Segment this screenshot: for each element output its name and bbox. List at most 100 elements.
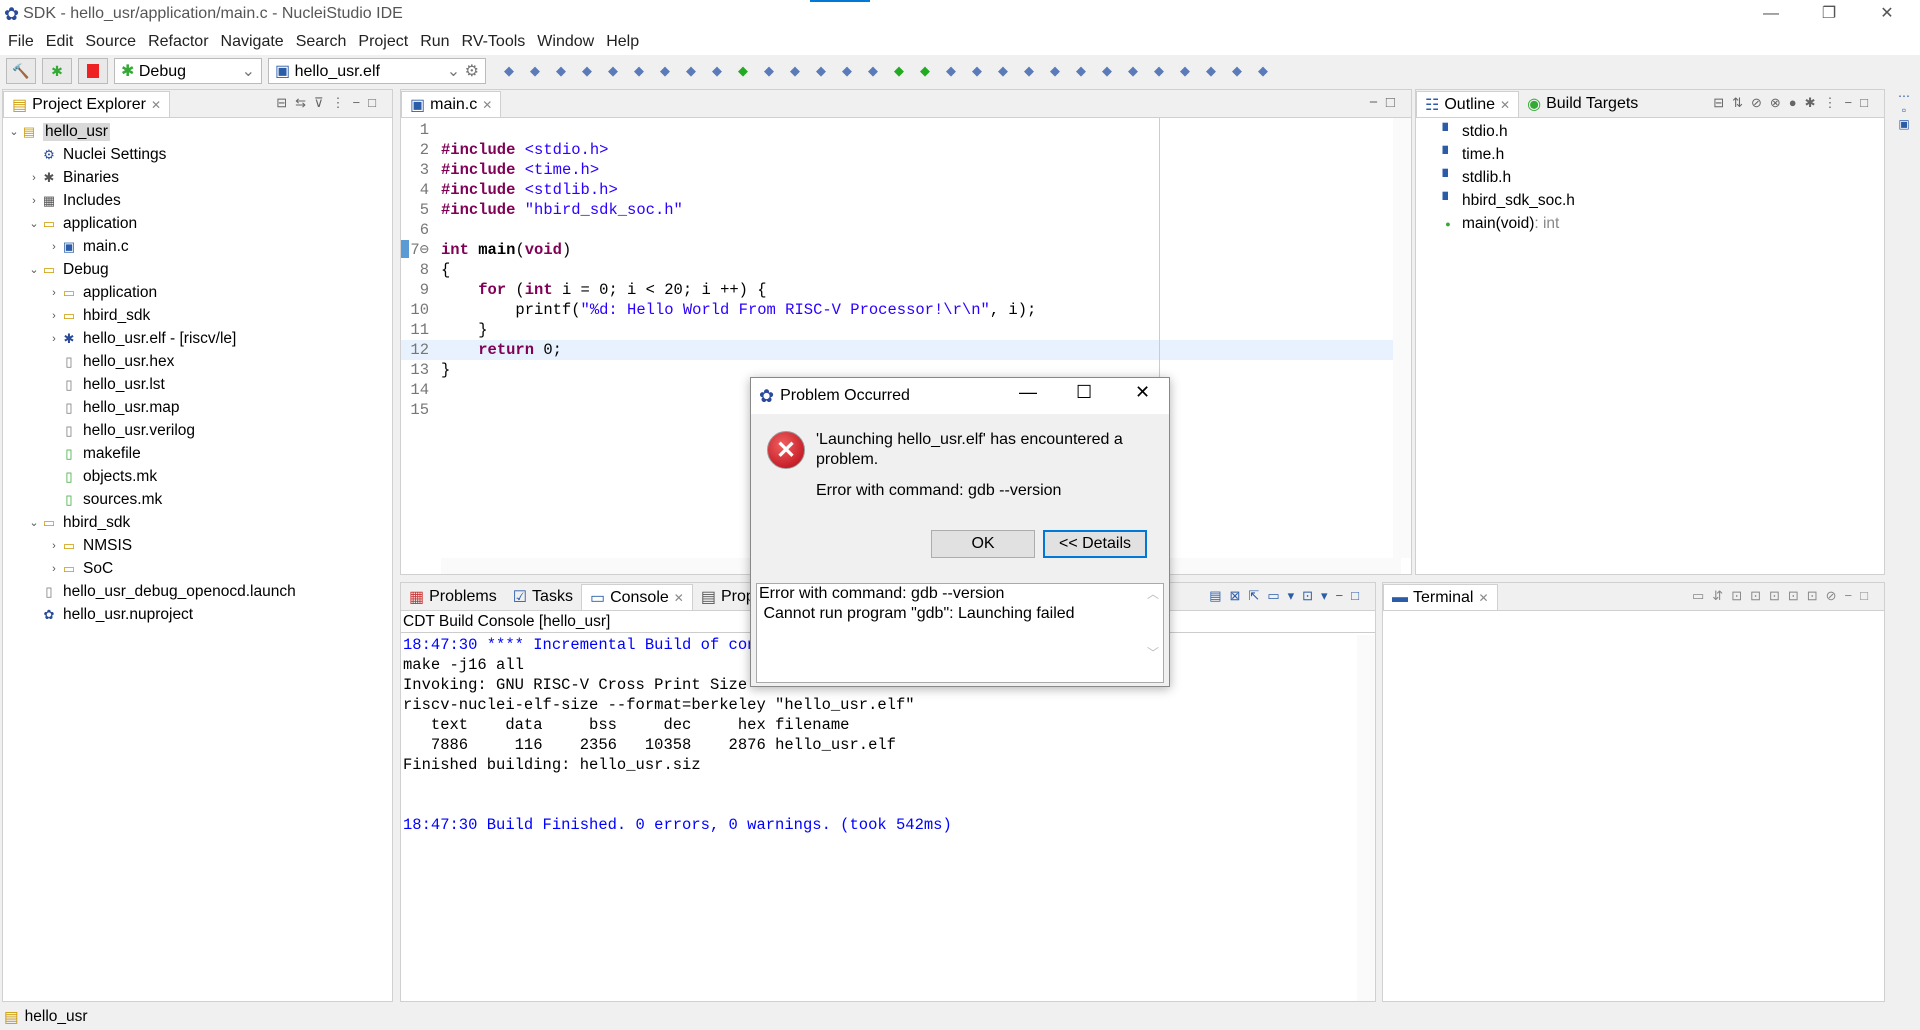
run-icon[interactable]: ◆ bbox=[890, 62, 908, 80]
menu-search[interactable]: Search bbox=[292, 33, 355, 51]
details-button[interactable]: << Details bbox=[1043, 530, 1147, 558]
tree-item[interactable]: › ▭ NMSIS bbox=[3, 534, 392, 557]
external-icon[interactable]: ◆ bbox=[1254, 62, 1272, 80]
open-folder-icon[interactable]: ◆ bbox=[1020, 62, 1038, 80]
back-icon[interactable]: ◆ bbox=[1202, 62, 1220, 80]
build-dropdown-icon[interactable]: ◆ bbox=[604, 62, 622, 80]
menu-project[interactable]: Project bbox=[354, 33, 416, 51]
tree-item[interactable]: ⚙ Nuclei Settings bbox=[3, 143, 392, 166]
close-icon[interactable]: ✕ bbox=[1500, 98, 1510, 112]
tab-terminal[interactable]: ▬ Terminal ✕ bbox=[1383, 584, 1498, 610]
outline-item[interactable]: ▘ hbird_sdk_soc.h bbox=[1440, 189, 1884, 212]
dialog-minimize-button[interactable]: — bbox=[1019, 382, 1037, 403]
tab-build-targets[interactable]: ◉ Build Targets bbox=[1519, 91, 1646, 117]
tree-item[interactable]: › ▭ application bbox=[3, 281, 392, 304]
search-tool-icon[interactable]: ◆ bbox=[1046, 62, 1064, 80]
chevron-down-icon[interactable]: ⌄ bbox=[27, 263, 41, 276]
skip-icon[interactable]: ◆ bbox=[682, 62, 700, 80]
chevron-right-icon[interactable]: › bbox=[47, 333, 61, 345]
chevron-down-icon[interactable]: ⌄ bbox=[27, 217, 41, 230]
tree-item[interactable]: › ▦ Includes bbox=[3, 189, 392, 212]
launch-mode-select[interactable]: ✱ Debug ⌄ bbox=[114, 58, 262, 84]
outline-item[interactable]: ▘ time.h bbox=[1440, 143, 1884, 166]
monitor-icon[interactable]: ◆ bbox=[656, 62, 674, 80]
tab-main-c[interactable]: ▣ main.c ✕ bbox=[401, 91, 502, 117]
tab-console[interactable]: ▭ Console ✕ bbox=[580, 584, 693, 610]
tree-item[interactable]: › ▭ hbird_sdk bbox=[3, 304, 392, 327]
close-icon[interactable]: ✕ bbox=[151, 98, 161, 112]
menu-source[interactable]: Source bbox=[81, 33, 144, 51]
close-icon[interactable]: ✕ bbox=[482, 98, 492, 112]
tab-problems[interactable]: ▦ Problems bbox=[401, 584, 505, 610]
database-icon[interactable]: ◆ bbox=[734, 62, 752, 80]
chevron-right-icon[interactable]: › bbox=[47, 287, 61, 299]
outline-item[interactable]: ▘ stdio.h bbox=[1440, 120, 1884, 143]
menu-run[interactable]: Run bbox=[416, 33, 457, 51]
prev-icon[interactable]: ◆ bbox=[1150, 62, 1168, 80]
minimize-button[interactable]: — bbox=[1742, 0, 1800, 28]
tree-item[interactable]: ⌄ ▭ Debug bbox=[3, 258, 392, 281]
menu-navigate[interactable]: Navigate bbox=[217, 33, 292, 51]
tree-item[interactable]: ▯ hello_usr.map bbox=[3, 396, 392, 419]
chevron-right-icon[interactable]: › bbox=[27, 195, 41, 207]
next-icon[interactable]: ◆ bbox=[1176, 62, 1194, 80]
menu-help[interactable]: Help bbox=[602, 33, 647, 51]
view-toolbar[interactable]: ⊟⇆⊽⋮−□ bbox=[268, 95, 392, 117]
debug-button[interactable]: ✱ bbox=[42, 58, 72, 84]
menu-window[interactable]: Window bbox=[533, 33, 602, 51]
new-c-icon[interactable]: ◆ bbox=[786, 62, 804, 80]
coverage-icon[interactable]: ◆ bbox=[942, 62, 960, 80]
forward-icon[interactable]: ◆ bbox=[1228, 62, 1246, 80]
dialog-close-button[interactable]: ✕ bbox=[1135, 382, 1150, 403]
tree-item[interactable]: ⌄ ▤ hello_usr bbox=[3, 120, 392, 143]
pin-icon[interactable]: ◆ bbox=[1124, 62, 1142, 80]
chevron-right-icon[interactable]: › bbox=[27, 172, 41, 184]
build-button[interactable]: 🔨 bbox=[6, 58, 36, 84]
restore-button[interactable]: ❐ bbox=[1800, 0, 1858, 28]
outline-item[interactable]: ▘ stdlib.h bbox=[1440, 166, 1884, 189]
tab-tasks[interactable]: ☑ Tasks bbox=[505, 584, 581, 610]
close-button[interactable]: ✕ bbox=[1858, 0, 1916, 28]
run-ext-icon[interactable]: ◆ bbox=[864, 62, 882, 80]
new-icon[interactable]: ◆ bbox=[500, 62, 518, 80]
launch-config-select[interactable]: ▣ hello_usr.elf ⌄ ⚙ bbox=[268, 58, 486, 84]
tree-item[interactable]: ⌄ ▭ application bbox=[3, 212, 392, 235]
nuclei-icon[interactable]: ◆ bbox=[760, 62, 778, 80]
debug-config-icon[interactable]: ◆ bbox=[578, 62, 596, 80]
chevron-right-icon[interactable]: › bbox=[47, 540, 61, 552]
save-icon[interactable]: ◆ bbox=[526, 62, 544, 80]
editor-view-controls[interactable]: −□ bbox=[1361, 94, 1411, 117]
tree-item[interactable]: ▯ hello_usr.hex bbox=[3, 350, 392, 373]
chevron-down-icon[interactable]: ⌄ bbox=[7, 125, 21, 138]
tree-item[interactable]: ▯ sources.mk bbox=[3, 488, 392, 511]
console-scrollbar[interactable] bbox=[1357, 635, 1375, 1001]
tree-item[interactable]: ▯ objects.mk bbox=[3, 465, 392, 488]
console-toolbar[interactable]: ▤⊠⇱▭▾⊡▾−□ bbox=[1201, 588, 1375, 610]
trim-stack[interactable]: ⋯ ▫ ▣ bbox=[1890, 89, 1918, 149]
outline-item[interactable]: ● main(void) : int bbox=[1440, 212, 1884, 235]
tree-item[interactable]: ▯ hello_usr_debug_openocd.launch bbox=[3, 580, 392, 603]
menu-file[interactable]: File bbox=[4, 33, 42, 51]
outline-toolbar[interactable]: ⊟⇅⊘⊗●✱⋮−□ bbox=[1705, 95, 1884, 117]
tab-project-explorer[interactable]: ▤ Project Explorer ✕ bbox=[3, 91, 171, 117]
terminal-toolbar[interactable]: ▭⇵⊡⊡⊡⊡⊡⊘−□ bbox=[1684, 588, 1884, 610]
new-folder-icon[interactable]: ◆ bbox=[812, 62, 830, 80]
tree-item[interactable]: › ✱ hello_usr.elf - [riscv/le] bbox=[3, 327, 392, 350]
close-icon[interactable]: ✕ bbox=[1478, 591, 1488, 605]
tree-item[interactable]: ⌄ ▭ hbird_sdk bbox=[3, 511, 392, 534]
tree-item[interactable]: ▯ makefile bbox=[3, 442, 392, 465]
open-icon[interactable]: ◆ bbox=[994, 62, 1012, 80]
tree-item[interactable]: › ▣ main.c bbox=[3, 235, 392, 258]
chevron-right-icon[interactable]: › bbox=[47, 563, 61, 575]
menu-refactor[interactable]: Refactor bbox=[144, 33, 216, 51]
debug-icon[interactable]: ◆ bbox=[916, 62, 934, 80]
chevron-down-icon[interactable]: ⌄ bbox=[27, 516, 41, 529]
binary-icon[interactable]: ◆ bbox=[630, 62, 648, 80]
menu-rv-tools[interactable]: RV-Tools bbox=[458, 33, 534, 51]
tree-item[interactable]: ▯ hello_usr.verilog bbox=[3, 419, 392, 442]
close-icon[interactable]: ✕ bbox=[674, 591, 684, 605]
details-textarea[interactable]: Error with command: gdb --version Cannot… bbox=[756, 583, 1164, 683]
tree-item[interactable]: › ▭ SoC bbox=[3, 557, 392, 580]
ok-button[interactable]: OK bbox=[931, 530, 1035, 558]
mark-all-icon[interactable]: ◆ bbox=[1098, 62, 1116, 80]
